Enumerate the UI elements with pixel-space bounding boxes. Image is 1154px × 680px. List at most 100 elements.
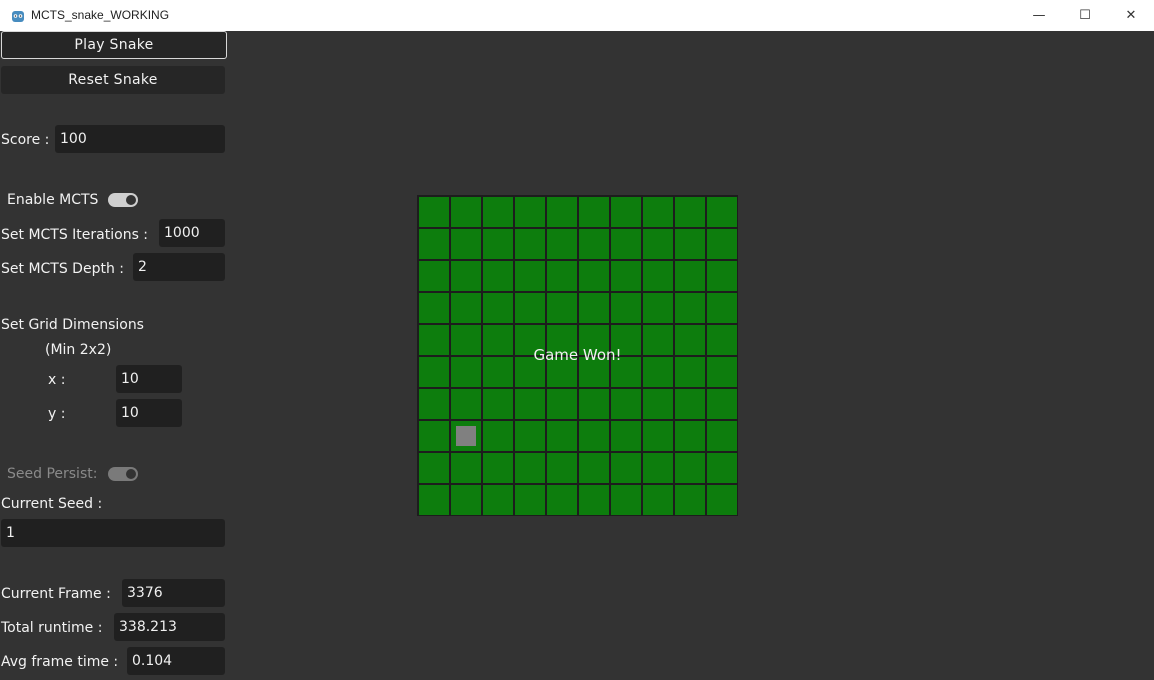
board-cell <box>643 485 673 515</box>
board-cell <box>547 229 577 259</box>
board-cell <box>547 293 577 323</box>
board-cell <box>579 421 609 451</box>
board-cell <box>547 389 577 419</box>
board-cell <box>419 389 449 419</box>
board-cell <box>707 293 737 323</box>
board-cell <box>579 485 609 515</box>
window-title: MCTS_snake_WORKING <box>31 8 170 22</box>
board-cell <box>675 197 705 227</box>
board-cell <box>675 453 705 483</box>
current-frame-label: Current Frame : <box>1 586 111 602</box>
board-cell <box>643 261 673 291</box>
mcts-depth-label: Set MCTS Depth : <box>1 261 124 277</box>
board-cell <box>515 261 545 291</box>
board-cell <box>419 485 449 515</box>
board-cell <box>579 389 609 419</box>
board-cell <box>483 229 513 259</box>
board-cell <box>515 293 545 323</box>
board-cell <box>451 229 481 259</box>
board-cell <box>515 229 545 259</box>
enable-mcts-toggle[interactable] <box>108 193 138 207</box>
board-cell <box>451 261 481 291</box>
mcts-iterations-field[interactable]: 1000 <box>159 219 225 247</box>
grid-x-field[interactable]: 10 <box>116 365 182 393</box>
maximize-button[interactable]: ☐ <box>1062 0 1108 31</box>
board-cell <box>643 453 673 483</box>
board-cell <box>483 421 513 451</box>
total-runtime-label: Total runtime : <box>1 620 103 636</box>
total-runtime-field[interactable]: 338.213 <box>114 613 225 641</box>
board-cell <box>707 421 737 451</box>
enable-mcts-label: Enable MCTS <box>7 192 99 208</box>
board-cell <box>611 453 641 483</box>
board-cell <box>451 485 481 515</box>
board-cell <box>643 229 673 259</box>
board-cell <box>419 197 449 227</box>
board-cell <box>611 421 641 451</box>
board-cell <box>483 261 513 291</box>
seed-persist-label: Seed Persist: <box>7 466 98 482</box>
board-cell <box>547 421 577 451</box>
board-cell <box>419 261 449 291</box>
close-button[interactable]: ✕ <box>1108 0 1154 31</box>
board-cell <box>547 197 577 227</box>
reset-snake-button[interactable]: Reset Snake <box>1 66 225 94</box>
toggle-knob <box>126 469 136 479</box>
current-frame-field[interactable]: 3376 <box>122 579 225 607</box>
board-cell <box>611 485 641 515</box>
board-cell <box>483 293 513 323</box>
grid-min-label: (Min 2x2) <box>45 342 112 358</box>
board-cell <box>611 293 641 323</box>
board-cell <box>675 421 705 451</box>
game-status-message: Game Won! <box>533 346 622 364</box>
board-cell <box>643 197 673 227</box>
board-cell <box>451 197 481 227</box>
board-cell <box>483 485 513 515</box>
board-cell <box>675 229 705 259</box>
board-cell <box>451 421 481 451</box>
board-cell <box>611 389 641 419</box>
avg-frame-time-label: Avg frame time : <box>1 654 119 670</box>
board-cell <box>547 261 577 291</box>
board-cell <box>579 453 609 483</box>
board-cell <box>483 453 513 483</box>
board-cell <box>579 197 609 227</box>
board-cell <box>707 261 737 291</box>
grid-y-field[interactable]: 10 <box>116 399 182 427</box>
godot-app-icon <box>12 11 24 22</box>
board-cell <box>707 229 737 259</box>
seed-persist-toggle[interactable] <box>108 467 138 481</box>
board-cell <box>515 421 545 451</box>
board-cell <box>611 229 641 259</box>
board-cell <box>707 197 737 227</box>
board-cell <box>643 293 673 323</box>
board-cell <box>419 293 449 323</box>
board-cell <box>611 197 641 227</box>
current-seed-field[interactable]: 1 <box>1 519 225 547</box>
window-titlebar: MCTS_snake_WORKING — ☐ ✕ <box>0 0 1154 32</box>
board-cell <box>579 261 609 291</box>
food-block <box>456 426 476 446</box>
grid-y-label: y : <box>48 406 66 422</box>
score-label: Score : <box>1 132 50 148</box>
close-icon: ✕ <box>1125 8 1137 23</box>
board-cell <box>483 389 513 419</box>
board-cell <box>675 389 705 419</box>
board-cell <box>707 453 737 483</box>
grid-x-label: x : <box>48 372 66 388</box>
play-snake-button[interactable]: Play Snake <box>1 31 227 59</box>
avg-frame-time-field[interactable]: 0.104 <box>127 647 225 675</box>
board-cell <box>515 389 545 419</box>
score-field[interactable]: 100 <box>55 125 225 153</box>
board-cell <box>611 261 641 291</box>
mcts-depth-field[interactable]: 2 <box>133 253 225 281</box>
current-seed-label: Current Seed : <box>1 496 103 512</box>
board-cell <box>675 261 705 291</box>
board-cell <box>515 453 545 483</box>
board-cell <box>579 229 609 259</box>
board-cell <box>419 229 449 259</box>
board-cell <box>707 389 737 419</box>
minimize-button[interactable]: — <box>1016 0 1062 31</box>
maximize-icon: ☐ <box>1079 8 1091 23</box>
board-cell <box>515 485 545 515</box>
